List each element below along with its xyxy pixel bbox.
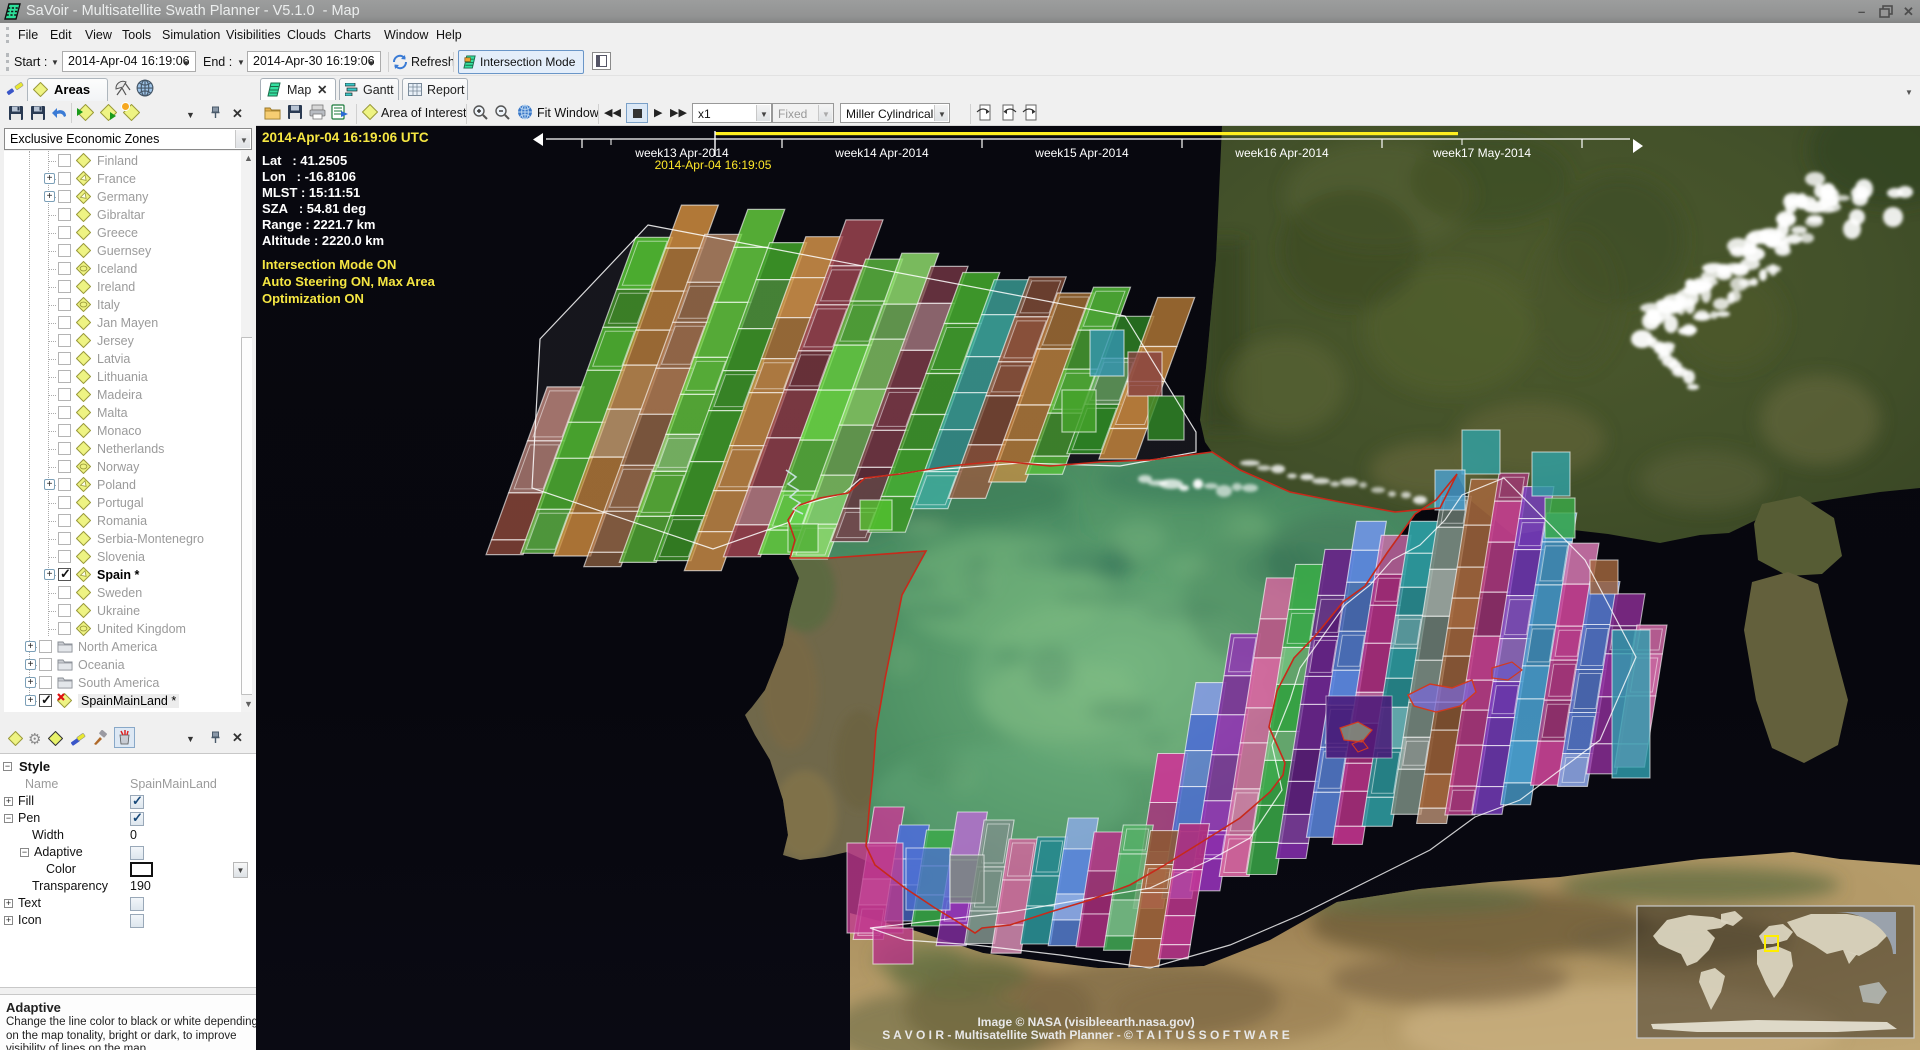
svg-text:S A V O I R - Multisatellite S: S A V O I R - Multisatellite Swath Plann… [882,1028,1290,1042]
svg-text:2014-Apr-04 16:19:05: 2014-Apr-04 16:19:05 [655,158,772,172]
svg-text:week16 Apr-2014: week16 Apr-2014 [1234,146,1329,160]
svg-text:Optimization ON: Optimization ON [262,291,364,306]
svg-text:Lon : -16.8106: Lon : -16.8106 [262,169,356,184]
svg-text:Altitude : 2220.0 km: Altitude : 2220.0 km [262,233,384,248]
svg-text:week14 Apr-2014: week14 Apr-2014 [834,146,929,160]
svg-text:Image © NASA (visibleearth.nas: Image © NASA (visibleearth.nasa.gov) [977,1015,1194,1029]
svg-text:Auto Steering ON, Max Area: Auto Steering ON, Max Area [262,274,436,289]
svg-text:week15 Apr-2014: week15 Apr-2014 [1034,146,1129,160]
svg-text:Lat : 41.2505: Lat : 41.2505 [262,153,347,168]
svg-text:Range : 2221.7 km: Range : 2221.7 km [262,217,375,232]
svg-text:MLST : 15:11:51: MLST : 15:11:51 [262,185,360,200]
svg-text:Intersection Mode ON: Intersection Mode ON [262,257,396,272]
svg-text:week17 May-2014: week17 May-2014 [1432,146,1531,160]
svg-text:2014-Apr-04 16:19:06 UTC: 2014-Apr-04 16:19:06 UTC [262,130,429,145]
svg-text:SZA : 54.81 deg: SZA : 54.81 deg [262,201,366,216]
